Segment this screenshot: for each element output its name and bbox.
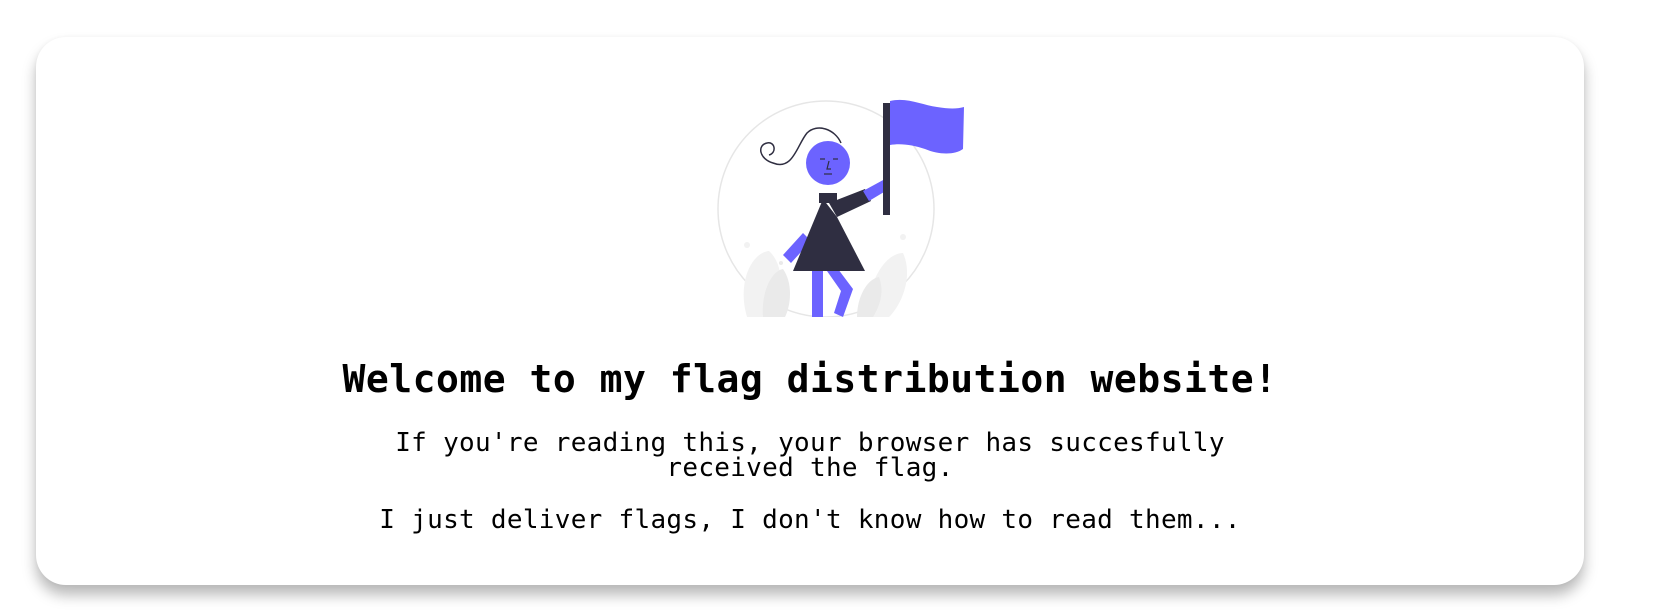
person-holding-flag-icon — [717, 93, 973, 317]
message-line-2: received the flag. — [666, 453, 954, 483]
received-flag-message: If you're reading this, your browser has… — [36, 430, 1584, 483]
welcome-card: Welcome to my flag distribution website!… — [36, 37, 1584, 585]
cannot-read-flags-message: I just deliver flags, I don't know how t… — [379, 505, 1241, 535]
page-title: Welcome to my flag distribution website! — [342, 357, 1278, 401]
